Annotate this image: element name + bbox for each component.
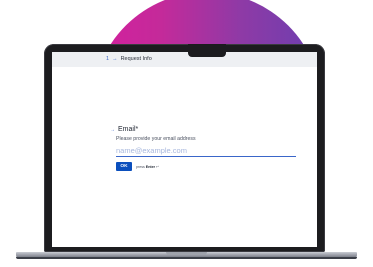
submit-row: OK press Enter ↵ [116,162,159,171]
arrow-right-icon: → [110,126,115,133]
laptop-base [16,252,357,259]
breadcrumb: 1 → Request Info [106,56,152,62]
step-number: 1 [106,56,110,62]
form-header-bar: 1 → Request Info [52,52,317,67]
question-title: Email* [118,126,139,133]
email-field[interactable] [116,145,296,157]
laptop-base-edge [16,257,357,259]
hint-key: Enter [145,164,155,169]
laptop-opening-groove [166,252,207,255]
arrow-right-icon: → [112,56,118,62]
question-description: Please provide your email address [116,136,196,142]
camera-notch [188,44,226,57]
laptop-screen: 1 → Request Info → Email* Please provide… [52,52,317,247]
form-title: Request Info [120,56,152,62]
enter-hint: press Enter ↵ [136,165,159,169]
question-label: → Email* [110,126,139,133]
ok-button[interactable]: OK [116,162,132,171]
hint-prefix: press [136,164,145,169]
enter-key-icon: ↵ [155,164,159,169]
